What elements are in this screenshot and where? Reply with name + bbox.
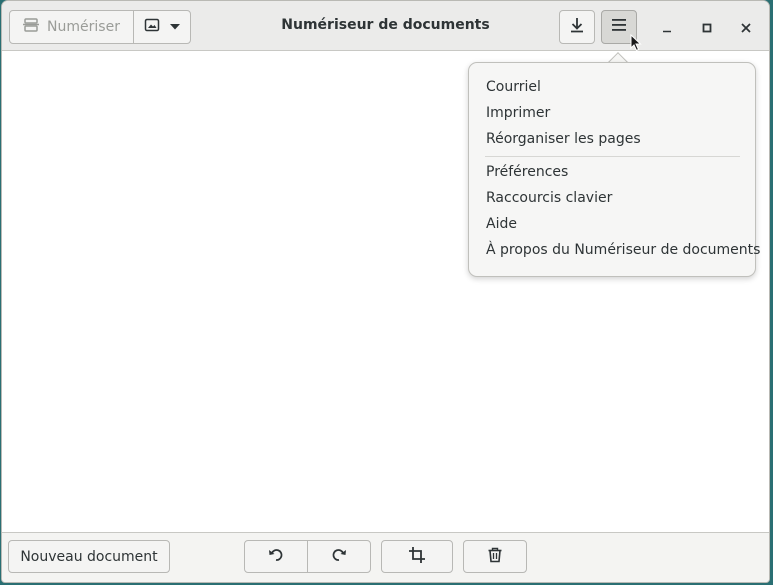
close-icon [741,18,751,37]
minimize-icon [662,18,672,37]
window-title: Numériseur de documents [281,17,490,33]
main-menu-popover: Courriel Imprimer Réorganiser les pages … [468,62,760,277]
bottom-toolbar: Nouveau document [2,532,769,582]
close-button[interactable] [734,15,758,39]
maximize-icon [702,18,712,37]
rotate-right-icon [331,547,347,567]
crop-icon [409,546,425,567]
save-button[interactable] [559,10,595,44]
new-document-label: Nouveau document [20,548,158,565]
menu-item-reorder-pages[interactable]: Réorganiser les pages [486,131,641,147]
download-icon [569,17,585,37]
maximize-button[interactable] [695,15,719,39]
delete-button[interactable] [463,540,527,573]
hamburger-menu-icon [612,19,626,35]
menu-item-about[interactable]: À propos du Numériseur de documents [486,242,760,258]
rotate-left-button[interactable] [244,540,308,573]
new-document-button[interactable]: Nouveau document [8,540,170,573]
crop-button[interactable] [381,540,453,573]
rotate-left-icon [268,547,284,567]
minimize-button[interactable] [655,15,679,39]
trash-icon [487,547,503,567]
mouse-pointer-icon [630,33,642,56]
menu-item-print[interactable]: Imprimer [486,105,550,121]
menu-item-keyboard-shortcuts[interactable]: Raccourcis clavier [486,190,612,206]
menu-item-help[interactable]: Aide [486,216,517,232]
rotate-right-button[interactable] [307,540,371,573]
header-bar: Numériser Numériseur de documents [2,1,769,51]
menu-item-email[interactable]: Courriel [486,79,541,95]
menu-separator [485,156,740,157]
menu-item-preferences[interactable]: Préférences [486,164,568,180]
